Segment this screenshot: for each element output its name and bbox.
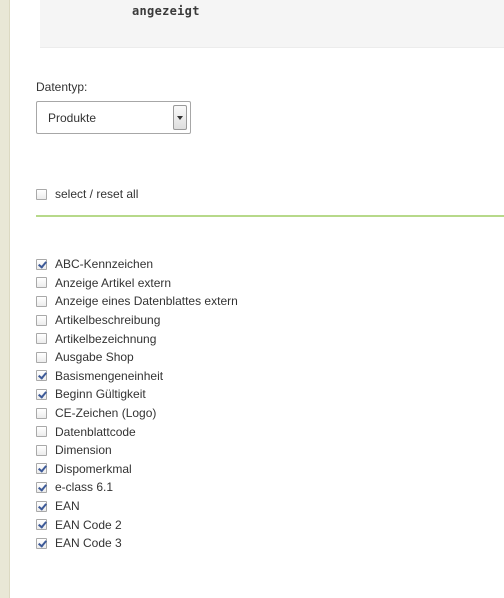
field-label: EAN Code 3 [55,536,122,551]
field-label: Dispomerkmal [55,461,132,476]
field-checkbox[interactable] [36,500,47,512]
field-item[interactable]: Artikelbeschreibung [36,311,238,330]
field-checkbox-list: ABC-Kennzeichen Anzeige Artikel extern Anz… [36,255,238,553]
left-border-bar [0,0,10,598]
field-item[interactable]: CE-Zeichen (Logo) [36,404,238,423]
field-checkbox[interactable] [36,295,47,307]
field-label: Beginn Gültigkeit [55,387,146,402]
field-label: ABC-Kennzeichen [55,257,154,272]
field-label: CE-Zeichen (Logo) [55,406,157,421]
field-item[interactable]: Datenblattcode [36,422,238,441]
field-checkbox[interactable] [36,314,47,326]
section-divider [36,215,504,217]
field-item[interactable]: Ausgabe Shop [36,348,238,367]
field-item[interactable]: EAN Code 3 [36,534,238,553]
field-item[interactable]: Dimension [36,441,238,460]
field-checkbox[interactable] [36,537,47,549]
field-checkbox[interactable] [36,370,47,382]
select-reset-all-label: select / reset all [55,187,139,201]
field-item[interactable]: Anzeige Artikel extern [36,274,238,293]
field-item[interactable]: ABC-Kennzeichen [36,255,238,274]
field-checkbox[interactable] [36,407,47,419]
field-label: Anzeige eines Datenblattes extern [55,294,238,309]
datentyp-selected-value: Produkte [48,111,97,125]
field-label: EAN Code 2 [55,517,122,532]
field-label: Basismengeneinheit [55,368,164,383]
select-reset-all-row[interactable]: select / reset all [36,185,138,203]
field-checkbox[interactable] [36,258,47,270]
field-checkbox[interactable] [36,426,47,438]
field-item[interactable]: Artikelbezeichnung [36,329,238,348]
field-checkbox[interactable] [36,444,47,456]
dropdown-arrow-icon[interactable] [173,105,187,130]
field-label: e-class 6.1 [55,480,114,495]
field-label: Anzeige Artikel extern [55,275,172,290]
field-item[interactable]: Beginn Gültigkeit [36,385,238,404]
field-item[interactable]: EAN [36,497,238,516]
field-checkbox[interactable] [36,277,47,289]
field-checkbox[interactable] [36,519,47,531]
select-reset-all-checkbox[interactable] [36,188,47,200]
field-item[interactable]: Dispomerkmal [36,460,238,479]
field-label: Dimension [55,443,112,458]
field-item[interactable]: Anzeige eines Datenblattes extern [36,292,238,311]
datentyp-label: Datentyp: [36,80,88,94]
field-label: EAN [55,499,80,514]
field-checkbox[interactable] [36,388,47,400]
code-text: angezeigt [132,4,200,18]
field-label: Artikelbeschreibung [55,313,161,328]
field-label: Datenblattcode [55,424,136,439]
field-label: Ausgabe Shop [55,350,134,365]
field-checkbox[interactable] [36,481,47,493]
field-item[interactable]: e-class 6.1 [36,478,238,497]
field-item[interactable]: EAN Code 2 [36,515,238,534]
field-label: Artikelbezeichnung [55,331,157,346]
datentyp-select[interactable]: Produkte [36,101,191,134]
code-block: angezeigt [40,0,504,48]
field-checkbox[interactable] [36,351,47,363]
field-checkbox[interactable] [36,463,47,475]
field-checkbox[interactable] [36,333,47,345]
field-item[interactable]: Basismengeneinheit [36,367,238,386]
